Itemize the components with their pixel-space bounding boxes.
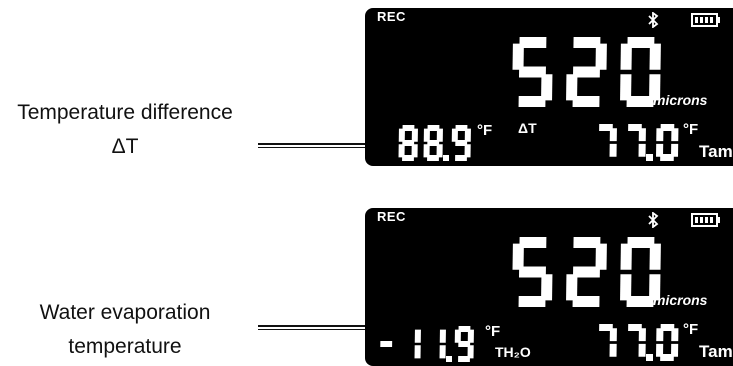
digit (628, 124, 646, 157)
digit (439, 329, 446, 359)
lcd-display: REC microns °F ΔT °F Tamb (365, 8, 733, 166)
battery-icon (691, 213, 720, 227)
digit (512, 37, 553, 107)
right-label: Tamb (699, 142, 733, 161)
left-unit: °F (477, 122, 493, 139)
digit (414, 329, 421, 359)
main-reading (512, 237, 661, 307)
callout-label: Water evaporation (39, 301, 211, 324)
callout-label: Temperature difference (17, 101, 233, 124)
digit (599, 324, 617, 357)
left-label: TH₂O (495, 344, 531, 360)
digit (566, 37, 607, 107)
bluetooth-icon (648, 212, 659, 228)
main-unit: microns (653, 292, 708, 308)
right-unit: °F (683, 321, 699, 338)
digit (423, 125, 443, 161)
digit (656, 324, 679, 361)
decimal-point (443, 155, 449, 161)
left-unit: °F (485, 323, 501, 340)
right-reading (599, 324, 679, 361)
callout-water-evaporation-temperature: Water evaporation temperature (0, 296, 250, 364)
right-reading (599, 124, 679, 161)
decimal-point (446, 356, 452, 362)
right-unit: °F (683, 121, 699, 138)
decimal-point (646, 154, 653, 161)
left-label: ΔT (518, 120, 537, 136)
digit (628, 324, 646, 357)
battery-icon (691, 13, 720, 27)
rec-indicator: REC (377, 209, 406, 224)
callout-label: temperature (68, 335, 182, 358)
digit (398, 125, 418, 161)
leader-line (258, 325, 376, 330)
leader-line (258, 143, 376, 148)
digit (599, 124, 617, 157)
digit (656, 124, 679, 161)
digit (451, 125, 471, 161)
right-label: Tamb (699, 342, 733, 361)
digit (512, 237, 553, 307)
digit (380, 341, 393, 347)
digit (454, 326, 474, 362)
callout-temperature-difference: Temperature difference ΔT (0, 96, 250, 164)
digit (566, 237, 607, 307)
callout-label: ΔT (111, 135, 139, 158)
left-reading (380, 326, 474, 362)
left-reading (398, 125, 471, 161)
main-unit: microns (653, 92, 708, 108)
lcd-display: REC microns °F TH₂O °F Tamb (365, 208, 733, 366)
main-reading (512, 37, 661, 107)
bluetooth-icon (648, 12, 659, 28)
rec-indicator: REC (377, 9, 406, 24)
